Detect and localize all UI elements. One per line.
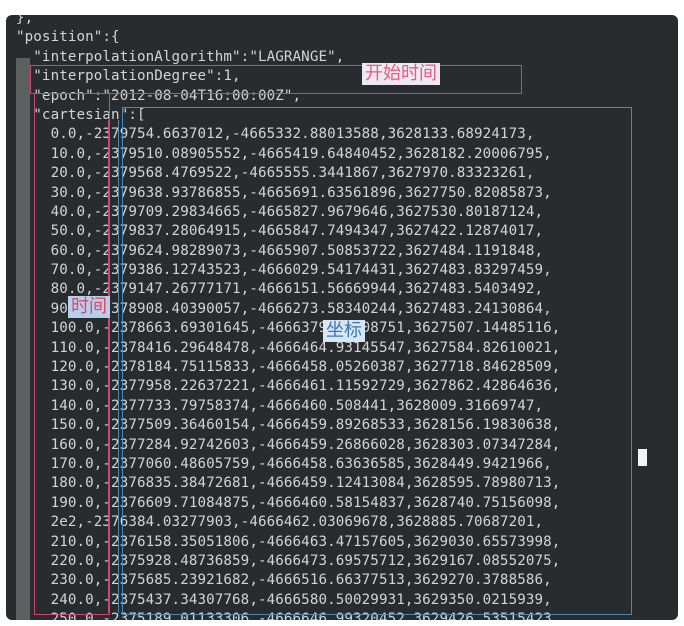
code-line: "cartesian":[	[16, 106, 146, 123]
code-line: "position":{	[16, 29, 120, 46]
code-line: 130.0,-2377958.22637221,-4666461.1159272…	[16, 378, 561, 395]
code-line: 190.0,-2376609.71084875,-4666460.5815483…	[16, 494, 561, 511]
code-line: },	[16, 15, 34, 26]
code-line: 2e2,-2376384.03277903,-4666462.03069678,…	[16, 514, 544, 531]
code-line: "epoch":"2012-08-04T16:00:00Z",	[16, 87, 302, 104]
code-line: 50.0,-2379837.28064915,-4665847.7494347,…	[16, 223, 544, 240]
code-line: 170.0,-2377060.48605759,-4666458.6363658…	[16, 455, 552, 472]
code-line: "interpolationAlgorithm":"LAGRANGE",	[16, 48, 345, 65]
code-line: "interpolationDegree":1,	[16, 68, 241, 85]
code-line: 100.0,-2378663.69301645,-4666379.6240875…	[16, 320, 561, 337]
code-line: 180.0,-2376835.38472681,-4666459.1241308…	[16, 475, 561, 492]
code-line: 210.0,-2376158.35051806,-4666463.4715760…	[16, 533, 561, 550]
code-line: 140.0,-2377733.79758374,-4666460.508441,…	[16, 397, 544, 414]
code-line: 60.0,-2379624.98289073,-4665907.50853722…	[16, 242, 544, 259]
code-line: 30.0,-2379638.93786855,-4665691.63561896…	[16, 184, 552, 201]
code-line: 110.0,-2378416.29648478,-4666464.9314554…	[16, 339, 561, 356]
code-line: 160.0,-2377284.92742603,-4666459.2686602…	[16, 436, 561, 453]
code-line: 230.0,-2375685.23921682,-4666516.6637751…	[16, 572, 552, 589]
code-line: 0.0,-2379754.6637012,-4665332.88013588,3…	[16, 126, 535, 143]
code-line: 240.0,-2375437.34307768,-4666580.5002993…	[16, 591, 552, 608]
coordinate-column-divider	[118, 120, 119, 613]
epoch-annotation-label: 开始时间	[362, 63, 440, 85]
time-annotation-label: 时间	[68, 296, 110, 318]
code-line: 220.0,-2375928.48736859,-4666473.6957571…	[16, 552, 561, 569]
coordinate-annotation-label: 坐标	[323, 320, 365, 342]
code-line: 10.0,-2379510.08905552,-4665419.64840452…	[16, 145, 552, 162]
text-cursor	[638, 449, 647, 466]
time-column-divider	[108, 120, 109, 613]
code-line: 150.0,-2377509.36460154,-4666459.8926853…	[16, 417, 561, 434]
code-line: 40.0,-2379709.29834665,-4665827.9679646,…	[16, 203, 544, 220]
code-line: 70.0,-2379386.12743523,-4666029.54174431…	[16, 262, 552, 279]
code-line: 120.0,-2378184.75115833,-4666458.0526038…	[16, 359, 561, 376]
code-line: 250.0,-2375189.01133306,-4666646.9932045…	[16, 611, 561, 620]
code-line: 20.0,-2379568.4769522,-4665555.3441867,3…	[16, 165, 535, 182]
